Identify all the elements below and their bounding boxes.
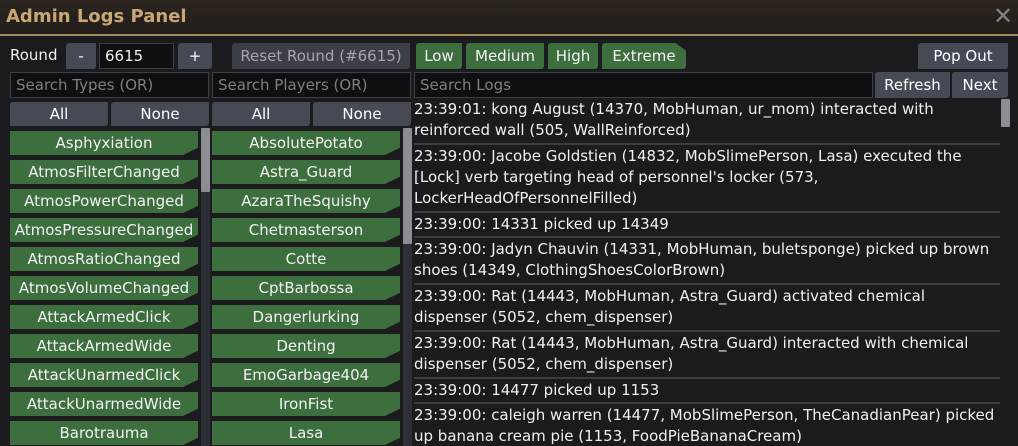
round-label: Round [10,46,58,64]
reset-round-button[interactable]: Reset Round (#6615) [232,43,410,69]
log-type-item[interactable]: AtmosPowerChanged [10,189,198,213]
player-item[interactable]: AbsolutePotato [212,131,400,155]
search-logs-input[interactable] [414,72,873,98]
log-type-item[interactable]: AttackUnarmedClick [10,363,198,387]
log-separator [414,143,1000,145]
log-entry: 23:39:00: 14331 picked up 14349 [414,215,669,233]
players-none-button[interactable]: None [313,102,411,126]
log-entry: 23:39:01: kong August (14370, MobHuman, … [414,100,934,139]
player-item[interactable]: EmoGarbage404 [212,363,400,387]
round-increment-button[interactable]: + [178,43,212,69]
log-separator [414,377,1000,379]
log-entry: 23:39:00: Rat (14443, MobHuman, Astra_Gu… [414,287,926,326]
logs-list: 23:39:01: kong August (14370, MobHuman, … [412,99,1002,446]
log-types-list: Asphyxiation AtmosFilterChanged AtmosPower… [10,131,210,446]
players-list: AbsolutePotato Astra_Guard AzaraTheSquishy… [212,131,412,446]
log-type-item[interactable]: AtmosFilterChanged [10,160,198,184]
log-separator [414,402,1000,404]
player-item[interactable]: CptBarbossa [212,276,400,300]
log-type-item[interactable]: AtmosRatioChanged [10,247,198,271]
player-item[interactable]: Cotte [212,247,400,271]
log-entry: 23:39:00: Rat (14443, MobHuman, Astra_Gu… [414,334,969,373]
window-title: Admin Logs Panel [6,6,187,27]
player-item[interactable]: Lasa [212,421,400,445]
search-players-input[interactable] [212,72,411,98]
log-entry: 23:39:00: Jacobe Goldstien (14832, MobSl… [414,147,962,207]
log-type-item[interactable]: AtmosPressureChanged [10,218,198,242]
log-entry: 23:39:00: Jadyn Chauvin (14331, MobHuman… [414,240,990,279]
player-item[interactable]: AzaraTheSquishy [212,189,400,213]
logs-scrollbar[interactable] [1001,99,1010,446]
types-all-button[interactable]: All [10,102,108,126]
round-number-input[interactable] [99,43,174,69]
log-type-item[interactable]: AttackArmedWide [10,334,198,358]
players-all-button[interactable]: All [212,102,310,126]
log-separator [414,211,1000,213]
types-none-button[interactable]: None [111,102,209,126]
log-type-item[interactable]: Barotrauma [10,421,198,445]
refresh-button[interactable]: Refresh [875,72,950,98]
log-type-item[interactable]: AtmosVolumeChanged [10,276,198,300]
pop-out-button[interactable]: Pop Out [918,43,1008,69]
player-item[interactable]: Dangerlurking [212,305,400,329]
log-entry: 23:39:00: 14477 picked up 1153 [414,381,660,399]
player-item[interactable]: Denting [212,334,400,358]
close-icon[interactable]: ✕ [990,2,1016,30]
types-scrollbar-thumb[interactable] [201,128,210,192]
player-item[interactable]: IronFist [212,392,400,416]
log-entry: 23:39:00: caleigh warren (14477, MobSlim… [414,406,995,445]
severity-extreme-button[interactable]: Extreme [602,43,686,69]
log-type-item[interactable]: AttackUnarmedWide [10,392,198,416]
log-separator [414,283,1000,285]
log-separator [414,330,1000,332]
severity-medium-button[interactable]: Medium [466,43,544,69]
log-type-item[interactable]: Asphyxiation [10,131,198,155]
severity-low-button[interactable]: Low [416,43,462,69]
player-item[interactable]: Astra_Guard [212,160,400,184]
players-scrollbar-thumb[interactable] [403,128,412,244]
logs-scrollbar-thumb[interactable] [1001,99,1010,127]
log-separator [414,236,1000,238]
round-decrement-button[interactable]: - [66,43,96,69]
next-button[interactable]: Next [952,72,1008,98]
severity-high-button[interactable]: High [548,43,598,69]
title-bar: Admin Logs Panel ✕ [0,0,1018,36]
search-types-input[interactable] [10,72,209,98]
log-type-item[interactable]: AttackArmedClick [10,305,198,329]
player-item[interactable]: Chetmasterson [212,218,400,242]
